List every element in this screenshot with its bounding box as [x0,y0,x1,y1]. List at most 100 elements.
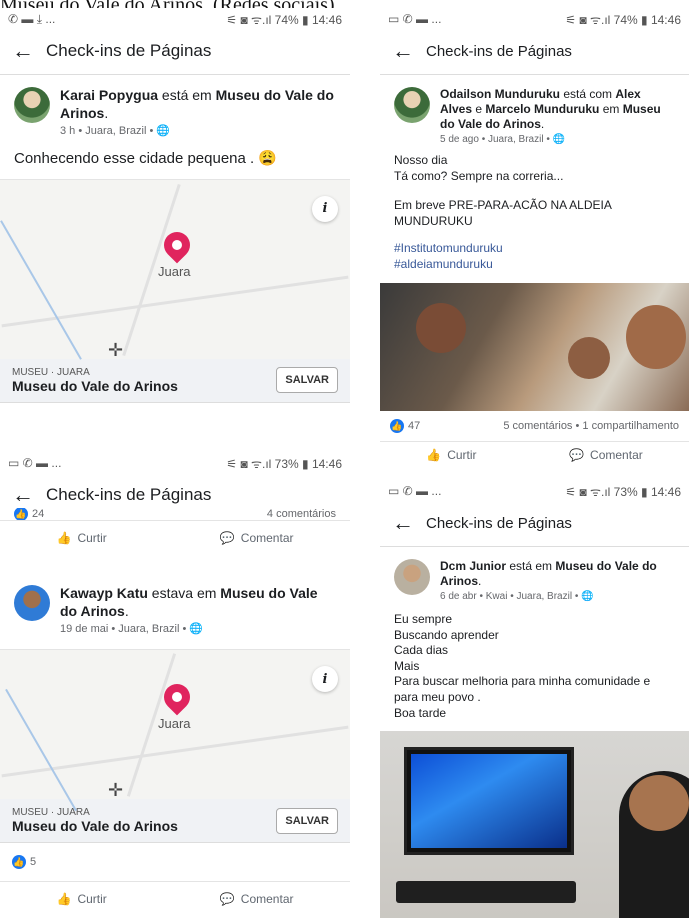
thumbs-up-icon: 👍 [56,892,72,906]
back-arrow-icon[interactable]: ← [12,484,34,506]
like-badge-icon: 👍 [390,418,404,433]
status-right: ⚟ ◙ ᯤ.ıl 74% ▮ 14:46 [565,12,681,27]
like-button[interactable]: 👍 Curtir [57,531,107,545]
comments-count[interactable]: 4 comentários [267,508,336,520]
post-line: Mais [394,658,420,673]
status-bar: ▭ ✆ ▬ ... ⚟ ◙ ᯤ.ıl 73% ▮ 14:46 [0,452,350,474]
reaction-summary: 👍 5 [0,843,350,881]
comments-shares[interactable]: 5 comentários • 1 compartilhamento [503,420,679,432]
map-road [1,275,349,327]
post-photo[interactable] [380,731,689,918]
post-actions: 👍 Curtir 💬 Comentar [0,881,350,916]
back-arrow-icon[interactable]: ← [12,40,34,62]
post-title: Odailson Munduruku está com Alex Alves e… [440,87,675,132]
post-line: Cada dias [394,643,449,658]
map-view[interactable]: Juara i ✛ [0,178,350,360]
comment-label: Comentar [240,531,294,545]
place-name[interactable]: Museu do Vale do Arinos [12,818,178,834]
like-count-value: 24 [32,508,45,520]
post-line: Tá como? Sempre na correria... [394,168,564,183]
post-line: Eu sempre [394,612,453,626]
save-button[interactable]: SALVAR [276,367,338,393]
post-verb: está em [506,559,556,573]
place-card[interactable]: MUSEU · JUARA Museu do Vale do Arinos SA… [0,358,350,403]
photo-face [629,775,689,832]
back-arrow-icon[interactable]: ← [392,40,414,62]
avatar[interactable] [394,87,430,123]
status-left: ▭ ✆ ▬ ... [388,484,442,498]
post-photo[interactable] [380,282,689,411]
like-count[interactable]: 👍 47 [390,418,421,433]
like-button[interactable]: 👍 Curtir [426,448,476,462]
tagged-user[interactable]: Marcelo Munduruku [485,102,599,116]
page-header: ← Check-ins de Páginas [0,474,350,508]
post-period: . [124,602,129,619]
hashtag-link[interactable]: #aldeiamunduruku [394,257,675,273]
avatar[interactable] [14,585,50,621]
page-header: ← Check-ins de Páginas [380,502,689,547]
hashtag-link[interactable]: #Institutomunduruku [394,241,675,257]
avatar[interactable] [394,559,430,595]
post-spacer [394,229,675,241]
comment-button[interactable]: 💬 Comentar [220,531,294,545]
author-name[interactable]: Dcm Junior [440,559,506,573]
comment-button[interactable]: 💬 Comentar [220,892,294,906]
photo-person [416,302,466,353]
comment-button[interactable]: 💬 Comentar [569,448,643,462]
back-arrow-icon[interactable]: ← [392,512,414,534]
like-count[interactable]: 👍 24 [14,508,44,520]
page-title: Check-ins de Páginas [426,42,572,60]
place-card[interactable]: MUSEU · JUARA Museu do Vale do Arinos SA… [0,799,350,843]
like-label: Curtir [77,531,107,545]
status-bar: ✆ ▬ ⤓ ... ⚟ ◙ ᯤ.ıl 74% ▮ 14:46 [0,8,350,30]
post-line: Para buscar melhoria para minha comunida… [394,674,651,704]
post-period: . [540,117,545,131]
author-name[interactable]: Karai Popygua [60,87,158,103]
reaction-summary: 👍 47 5 comentários • 1 compartilhamento [380,411,689,441]
monitor-screen [411,754,567,849]
post-actions: 👍 Curtir 💬 Comentar [380,440,689,468]
post-title: Kawayp Katu estava em Museu do Vale do A… [60,585,336,620]
status-right: ⚟ ◙ ᯤ.ıl 74% ▮ 14:46 [226,12,342,27]
like-count-value: 5 [30,856,37,868]
info-icon[interactable]: i [312,195,338,222]
thumbs-up-icon: 👍 [426,447,442,462]
like-count[interactable]: 👍 5 [12,855,36,869]
status-left: ▭ ✆ ▬ ... [8,456,62,470]
post-header: Karai Popygua está em Museu do Vale do A… [0,75,350,145]
like-count-value: 47 [408,419,421,432]
screenshot-panel-2: ▭ ✆ ▬ ... ⚟ ◙ ᯤ.ıl 74% ▮ 14:46 ← Check-i… [380,8,689,478]
reaction-summary: 👍 24 4 comentários [0,508,350,520]
post-header: Dcm Junior está em Museu do Vale do Arin… [380,547,689,606]
page-title: Check-ins de Páginas [426,514,572,532]
post-period: . [478,574,482,588]
photo-person [568,336,610,379]
post-line: Boa tarde [394,705,447,720]
like-badge-icon: 👍 [12,855,26,869]
like-label: Curtir [447,447,477,462]
status-right: ⚟ ◙ ᯤ.ıl 73% ▮ 14:46 [226,456,342,471]
post-meta: 3 h • Juara, Brazil • 🌐 [60,125,171,137]
like-button[interactable]: 👍 Curtir [57,892,107,906]
save-button[interactable]: SALVAR [276,807,338,834]
author-name[interactable]: Odailson Munduruku [440,87,560,101]
comment-label: Comentar [240,892,294,906]
page-header: ← Check-ins de Páginas [0,30,350,75]
like-label: Curtir [77,892,107,906]
post-verb: estava em [147,585,221,601]
page-title: Check-ins de Páginas [46,41,212,60]
post-meta: 6 de abr • Kwai • Juara, Brazil • 🌐 [440,591,594,602]
map-view[interactable]: Juara i ✛ [0,649,350,812]
place-category: MUSEU · JUARA [12,807,90,818]
status-left: ✆ ▬ ⤓ ... [8,11,56,26]
info-icon[interactable]: i [312,666,338,692]
place-name[interactable]: Museu do Vale do Arinos [12,378,178,394]
status-bar: ▭ ✆ ▬ ... ⚟ ◙ ᯤ.ıl 73% ▮ 14:46 [380,480,689,502]
post-header: Odailson Munduruku está com Alex Alves e… [380,75,689,149]
avatar[interactable] [14,87,50,123]
author-name[interactable]: Kawayp Katu [60,585,148,601]
page-title: Check-ins de Páginas [46,485,212,504]
post-title: Dcm Junior está em Museu do Vale do Arin… [440,559,675,589]
post-text: Eu sempre Buscando aprender Cada dias Ma… [380,606,689,731]
post-text: Conhecendo esse cidade pequena . 😩 [14,150,278,167]
